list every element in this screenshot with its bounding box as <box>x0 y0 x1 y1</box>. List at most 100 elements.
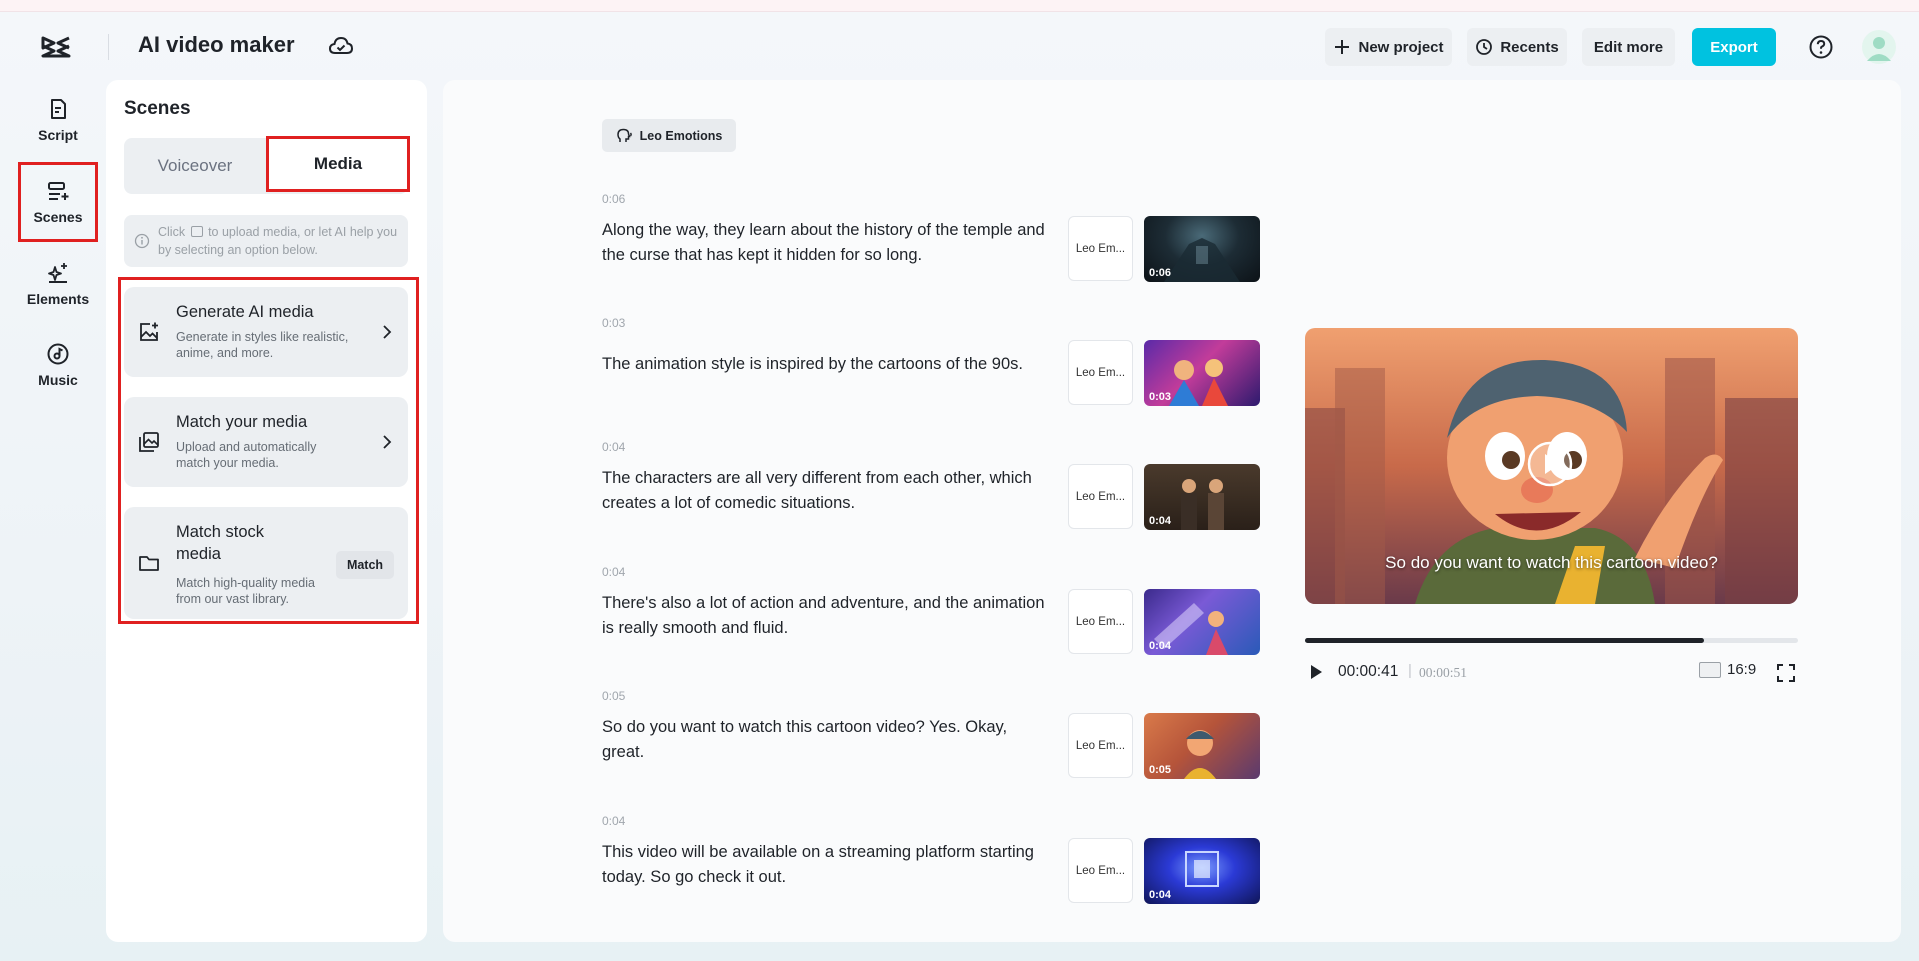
nav-music[interactable]: Music <box>18 325 98 405</box>
upload-info-box: Click to upload media, or let AI help yo… <box>124 215 408 267</box>
voice-head-icon <box>616 128 632 142</box>
edit-more-button[interactable]: Edit more <box>1582 28 1675 66</box>
option-description: Match high-quality media from our vast l… <box>176 576 315 606</box>
recents-button[interactable]: Recents <box>1467 28 1567 66</box>
scene-thumbnail[interactable]: 0:06 <box>1144 216 1260 282</box>
scene-text[interactable]: The animation style is inspired by the c… <box>602 352 1072 377</box>
thumbnail-time: 0:05 <box>1149 764 1172 776</box>
export-button[interactable]: Export <box>1692 28 1776 66</box>
scene-item[interactable]: 0:05 So do you want to watch this cartoo… <box>602 689 1302 789</box>
scene-voice-chip[interactable]: Leo Em... <box>1068 340 1133 405</box>
scene-text[interactable]: Along the way, they learn about the hist… <box>602 218 1052 268</box>
thumbnail-time: 0:04 <box>1149 889 1172 901</box>
music-icon <box>47 343 69 365</box>
scene-thumbnail[interactable]: 0:04 <box>1144 589 1260 655</box>
total-time: 00:00:51 <box>1419 665 1468 680</box>
new-project-button[interactable]: New project <box>1325 28 1452 66</box>
nav-elements[interactable]: Elements <box>18 244 98 324</box>
nav-scenes-label: Scenes <box>33 209 83 225</box>
thumbnail-time: 0:04 <box>1149 515 1172 527</box>
match-button[interactable]: Match <box>336 551 394 579</box>
plus-icon <box>1335 40 1350 54</box>
scene-thumbnail[interactable]: 0:05 <box>1144 713 1260 779</box>
scene-text[interactable]: The characters are all very different fr… <box>602 466 1052 516</box>
browser-top-strip <box>0 0 1919 12</box>
option-title: Match your media <box>176 413 308 431</box>
scene-thumbnail[interactable]: 0:04 <box>1144 464 1260 530</box>
option-description: Generate in styles like realistic, anime… <box>176 330 349 360</box>
video-preview[interactable]: So do you want to watch this cartoon vid… <box>1305 328 1798 604</box>
new-project-label: New project <box>1358 38 1444 56</box>
scene-thumbnail[interactable]: 0:03 <box>1144 340 1260 406</box>
scene-item[interactable]: 0:04 The characters are all very differe… <box>602 440 1302 540</box>
scene-thumbnail[interactable]: 0:04 <box>1144 838 1260 904</box>
scene-text[interactable]: There's also a lot of action and adventu… <box>602 591 1052 641</box>
edit-more-label: Edit more <box>1593 38 1664 56</box>
scene-item[interactable]: 0:04 There's also a lot of action and ad… <box>602 565 1302 665</box>
script-scenes-area: Leo Emotions 0:06 Along the way, they le… <box>443 80 1901 942</box>
chevron-right-icon <box>383 325 392 339</box>
scene-item[interactable]: 0:06 Along the way, they learn about the… <box>602 192 1302 292</box>
scene-voice-chip[interactable]: Leo Em... <box>1068 464 1133 529</box>
play-icon[interactable] <box>1307 663 1325 681</box>
scene-voice-chip[interactable]: Leo Em... <box>1068 589 1133 654</box>
voice-tag[interactable]: Leo Emotions <box>602 119 736 152</box>
app-title: AI video maker <box>138 32 295 57</box>
option-title: Match stock media <box>176 523 265 563</box>
aspect-ratio-icon <box>1699 661 1721 678</box>
thumbnail-time: 0:04 <box>1149 640 1172 652</box>
scene-duration: 0:04 <box>602 440 626 454</box>
scene-item[interactable]: 0:04 This video will be available on a s… <box>602 814 1302 914</box>
scene-voice-chip[interactable]: Leo Em... <box>1068 216 1133 281</box>
ai-image-icon <box>140 322 158 341</box>
app-header: AI video maker New project Recents Edit … <box>0 12 1919 80</box>
thumbnail-time: 0:03 <box>1149 391 1172 403</box>
aspect-ratio-selector[interactable]: 16:9 <box>1699 661 1756 678</box>
playback-progress-bar[interactable] <box>1305 638 1798 643</box>
option-description: Upload and automatically match your medi… <box>176 440 317 470</box>
scenes-panel: Scenes Voiceover Media Click to upload m… <box>106 80 427 942</box>
scene-duration: 0:04 <box>602 814 626 828</box>
info-text-before: Click <box>158 225 186 239</box>
scene-item[interactable]: 0:03 The animation style is inspired by … <box>602 316 1302 416</box>
scenes-icon <box>48 182 69 200</box>
generate-ai-media-option[interactable]: Generate AI media Generate in styles lik… <box>124 287 408 377</box>
current-time: 00:00:41 <box>1338 663 1399 680</box>
nav-elements-label: Elements <box>26 291 90 307</box>
media-gallery-icon <box>139 432 159 452</box>
capcut-logo-icon[interactable] <box>40 34 72 60</box>
tab-voiceover[interactable]: Voiceover <box>124 138 266 194</box>
thumbnail-time: 0:06 <box>1149 267 1172 279</box>
scene-text[interactable]: So do you want to watch this cartoon vid… <box>602 715 1052 765</box>
scene-voice-chip[interactable]: Leo Em... <box>1068 838 1133 903</box>
match-your-media-option[interactable]: Match your media Upload and automaticall… <box>124 397 408 487</box>
panel-title: Scenes <box>124 98 191 119</box>
folder-icon <box>139 556 159 571</box>
elements-sparkle-icon <box>48 263 67 283</box>
scene-text[interactable]: This video will be available on a stream… <box>602 840 1052 890</box>
nav-scenes[interactable]: Scenes <box>18 162 98 242</box>
video-caption: So do you want to watch this cartoon vid… <box>1385 553 1718 572</box>
play-overlay-icon[interactable] <box>1526 440 1574 488</box>
scene-duration: 0:05 <box>602 689 626 703</box>
user-avatar[interactable] <box>1862 30 1896 64</box>
header-divider <box>108 34 109 60</box>
help-icon[interactable] <box>1808 34 1834 60</box>
chevron-right-icon <box>383 435 392 449</box>
cloud-sync-icon[interactable] <box>328 34 354 58</box>
time-separator: | <box>1408 662 1412 679</box>
fullscreen-icon[interactable] <box>1776 663 1796 683</box>
tab-media[interactable]: Media <box>266 136 410 192</box>
info-icon <box>134 233 150 249</box>
nav-script[interactable]: Script <box>18 80 98 160</box>
aspect-ratio-label: 16:9 <box>1727 661 1757 678</box>
nav-script-label: Script <box>38 127 78 143</box>
scene-duration: 0:06 <box>602 192 626 206</box>
scene-voice-chip[interactable]: Leo Em... <box>1068 713 1133 778</box>
export-label: Export <box>1710 38 1758 56</box>
scene-duration: 0:04 <box>602 565 626 579</box>
recents-label: Recents <box>1500 38 1559 56</box>
upload-info-text: Click to upload media, or let AI help yo… <box>158 223 402 259</box>
match-stock-media-option: Match stock media Match high-quality med… <box>124 507 408 619</box>
nav-music-label: Music <box>38 372 78 388</box>
